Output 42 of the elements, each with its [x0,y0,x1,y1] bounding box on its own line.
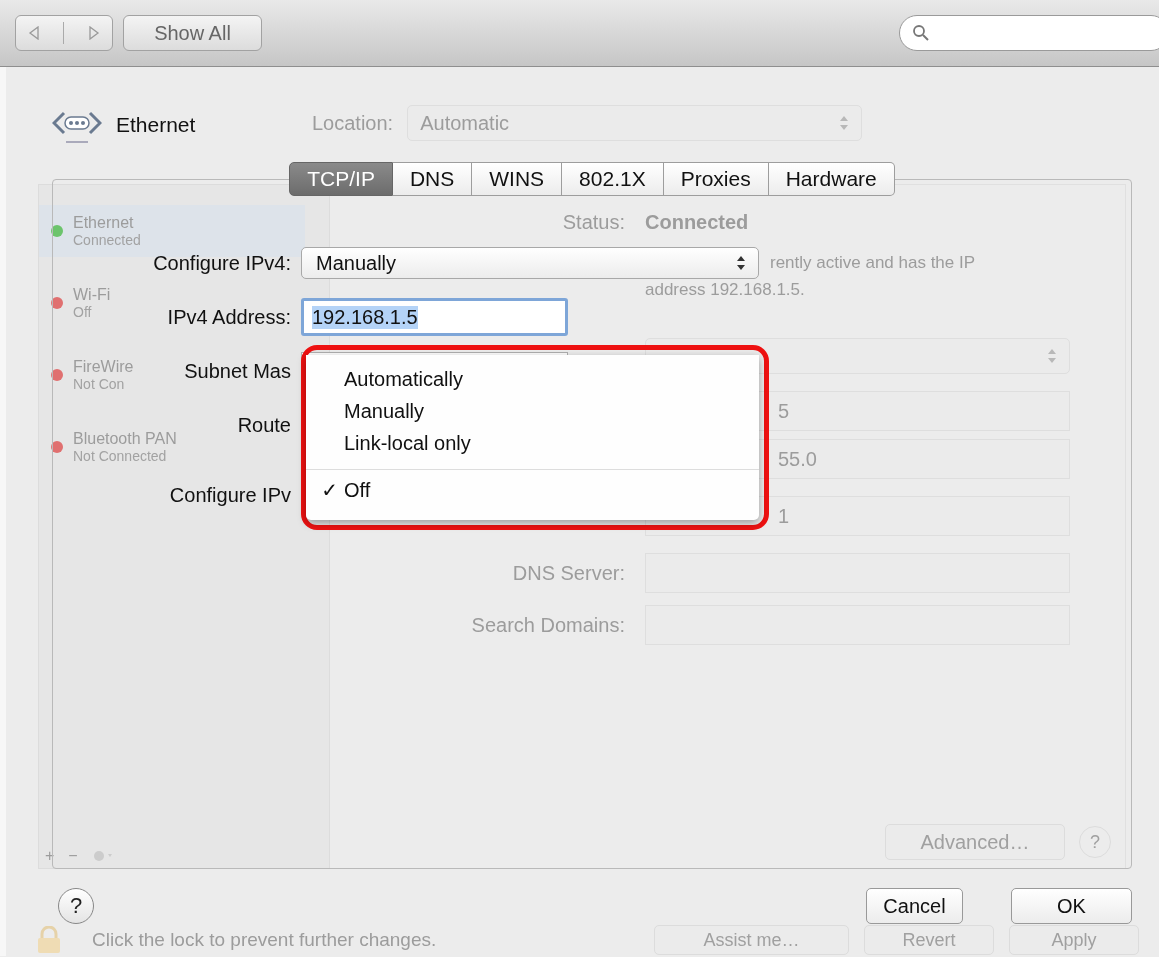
service-status: Off [73,304,93,320]
dialog-button[interactable]: OK [1011,888,1132,924]
lock-message: Click the lock to prevent further changes. [92,929,437,951]
field-label: Configure IPv [169,483,291,506]
service-name: Wi-Fi [73,286,111,304]
forward-icon[interactable] [88,26,101,40]
tab[interactable]: WINS [472,162,563,196]
field-label: Route [237,413,291,436]
service-name: Ethernet [73,214,135,232]
back-icon[interactable] [27,26,40,40]
field-label: IPv4 Address: [167,305,291,328]
status-description: address 192.168.1.5. [645,279,806,301]
tab[interactable]: Proxies [663,162,769,196]
input-field[interactable]: 192.168.1.5 [301,298,568,336]
search-icon [912,24,930,42]
tab[interactable]: DNS [392,162,473,196]
show-all-button[interactable]: Show All [123,15,262,51]
configure-ipv4-select[interactable]: Manually [301,247,759,279]
service-name: Bluetooth PAN [73,430,177,448]
status-value: Connected [645,210,749,234]
help-button[interactable]: ? [58,888,94,924]
search-domains-label: Search Domains: [470,613,626,637]
sheet-title: Ethernet [116,113,196,137]
back-forward-control[interactable] [15,15,113,51]
service-status: Not Connected [73,448,168,464]
stepper-arrows-icon [839,115,850,131]
search-field[interactable] [899,15,1159,51]
dns-server-label: DNS Server: [511,561,626,585]
status-description: rently active and has the IP [770,252,976,274]
service-status: Not Con [73,376,126,392]
tab[interactable]: Hardware [768,162,895,196]
tab[interactable]: TCP/IP [289,162,393,196]
dialog-button[interactable]: Cancel [866,888,963,924]
tab[interactable]: 802.1X [562,162,664,196]
field-label: Subnet Mas [184,359,291,382]
service-name: FireWire [73,358,134,376]
stepper-arrows-icon [736,255,746,271]
service-status: Connected [73,232,141,248]
stepper-arrows-icon [1047,348,1057,364]
lock-icon[interactable] [36,926,62,954]
location-label: Location: [312,111,394,135]
status-label: Status: [561,210,626,234]
